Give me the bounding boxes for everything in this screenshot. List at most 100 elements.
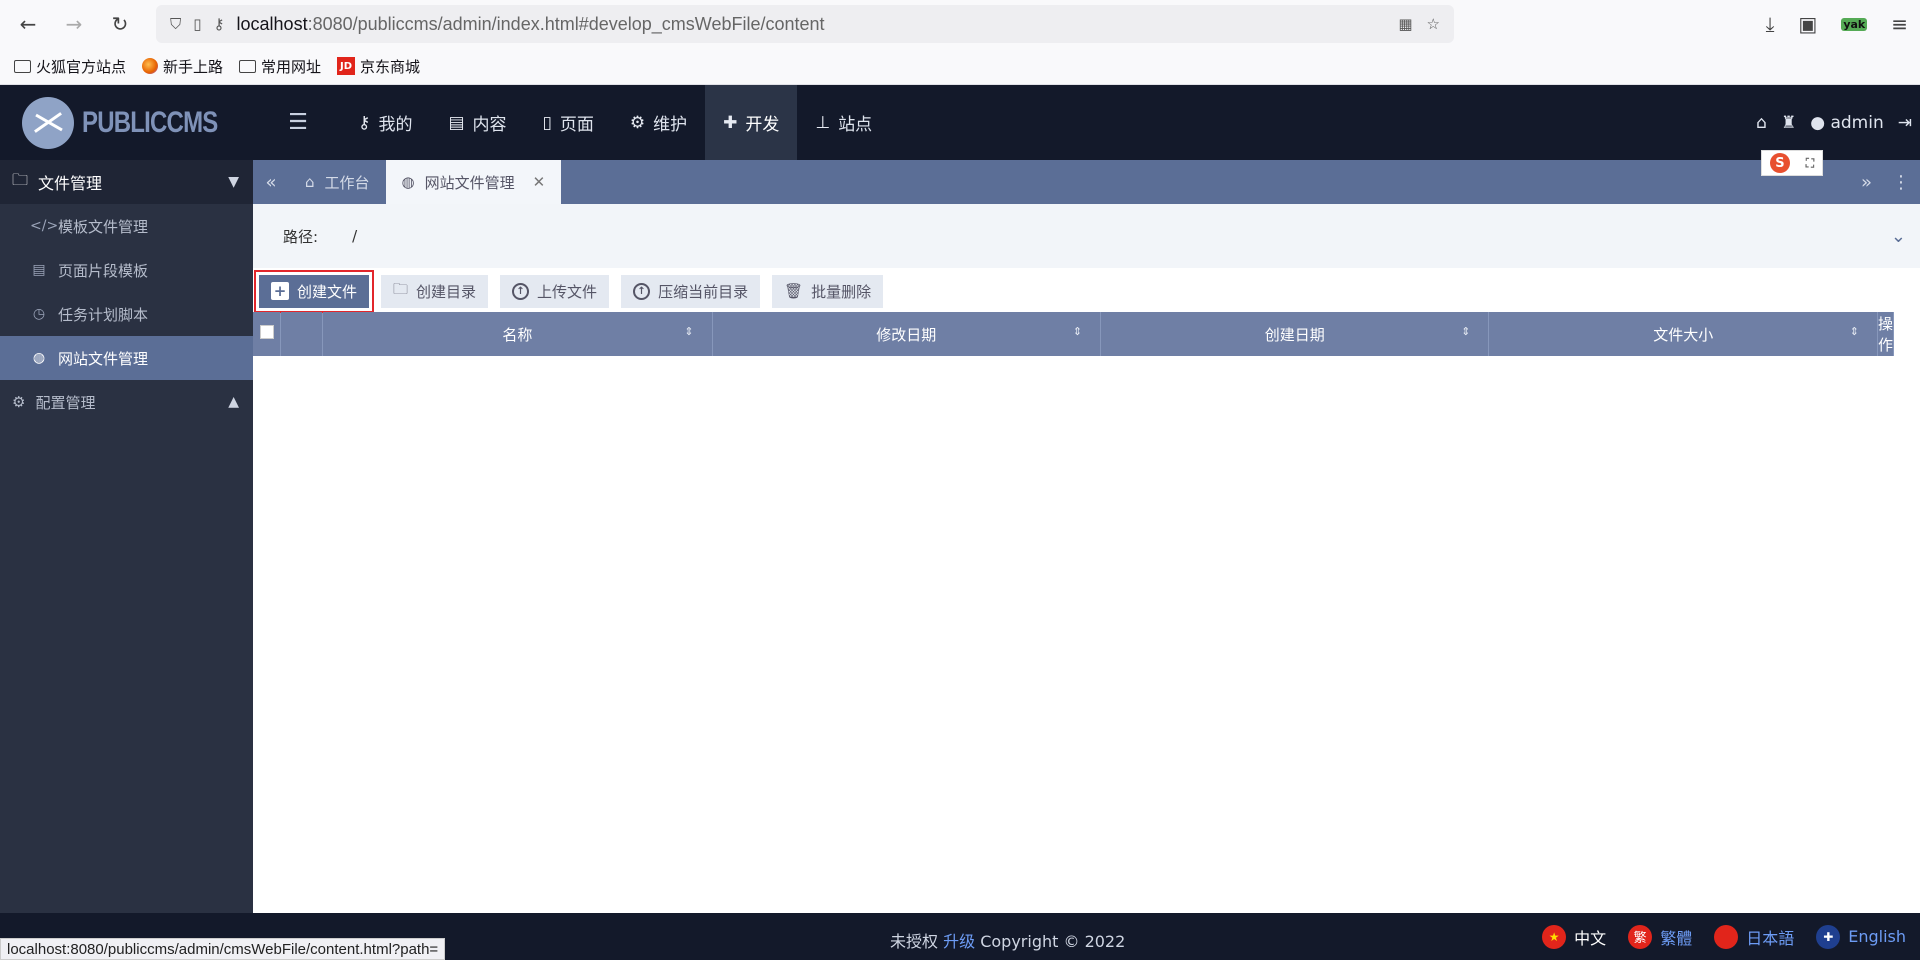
tabs-scroll-right-icon[interactable]: » — [1861, 172, 1872, 193]
more-vertical-icon[interactable]: ⋮ — [1892, 172, 1910, 193]
key-icon: ⚷ — [358, 112, 371, 133]
menu-icon[interactable]: ≡ — [1891, 12, 1908, 36]
qr-code-icon[interactable]: ▦ — [1398, 15, 1412, 33]
lang-ja[interactable]: 日本語 — [1714, 924, 1794, 949]
create-directory-button[interactable]: 🗀 创建目录 — [381, 274, 489, 308]
close-icon[interactable]: ✕ — [533, 173, 546, 191]
user-menu[interactable]: ● admin — [1810, 113, 1884, 133]
column-name[interactable]: 名称 ⇕ — [322, 312, 713, 356]
upgrade-link[interactable]: 升级 — [943, 932, 975, 951]
home-icon[interactable]: ⌂ — [1756, 113, 1767, 133]
gear-icon: ⚙ — [12, 393, 26, 411]
plus-square-icon: + — [271, 282, 289, 300]
forward-arrow-icon[interactable]: → — [58, 8, 90, 40]
trash-icon: 🗑 — [784, 282, 804, 300]
logout-icon[interactable]: ⇥ — [1898, 113, 1912, 133]
upload-file-button[interactable]: ↑ 上传文件 — [500, 274, 610, 308]
globe-icon: ◍ — [32, 350, 46, 366]
star-icon[interactable]: ☆ — [1427, 15, 1440, 33]
expand-down-icon[interactable]: ⌄ — [1891, 226, 1906, 247]
expand-icon: ⛶ — [1805, 155, 1815, 170]
lang-zh-tw[interactable]: 繁繁體 — [1628, 924, 1692, 949]
home-icon: ⌂ — [305, 173, 315, 191]
sogou-icon: S — [1769, 153, 1790, 173]
uk-flag-icon: ✚ — [1816, 924, 1841, 949]
column-modified-date[interactable]: 修改日期 ⇕ — [712, 312, 1102, 356]
url-host: localhost — [236, 13, 308, 34]
folder-icon: 🗀 — [393, 279, 409, 298]
firefox-icon — [142, 58, 159, 74]
sidebar-group-file-management[interactable]: 🗀 文件管理 ▼ — [0, 160, 253, 204]
arrow-up-circle-icon: ↑ — [512, 282, 530, 300]
bookmark-getting-started[interactable]: 新手上路 — [142, 56, 223, 77]
table-header-row: 名称 ⇕ 修改日期 ⇕ 创建日期 ⇕ 文件大小 ⇕ 操作 — [253, 312, 1895, 356]
broom-icon[interactable]: ♜ — [1781, 113, 1796, 133]
column-created-date[interactable]: 创建日期 ⇕ — [1100, 312, 1490, 356]
top-nav: ⚷ 我的 ▤ 内容 ▯ 页面 ⚙ 维护 ✚ 开发 ⊥ 站点 — [340, 85, 890, 160]
language-switcher: ★ 中文 繁繁體 日本語 ✚ English — [1542, 924, 1920, 949]
sidebar-item-task-scripts[interactable]: ◷ 任务计划脚本 — [0, 292, 253, 336]
file-text-icon: ▤ — [448, 112, 465, 133]
url-text[interactable]: localhost:8080/publiccms/admin/index.htm… — [237, 14, 1387, 35]
container-icon[interactable]: ▣ — [1798, 12, 1817, 36]
nav-maintain[interactable]: ⚙ 维护 — [612, 85, 705, 160]
globe-icon: ◍ — [401, 173, 415, 191]
sort-icon[interactable]: ⇕ — [1073, 325, 1082, 338]
reload-icon[interactable]: ↻ — [104, 8, 136, 40]
select-all-checkbox[interactable] — [253, 312, 282, 356]
file-table: 名称 ⇕ 修改日期 ⇕ 创建日期 ⇕ 文件大小 ⇕ 操作 — [253, 312, 1895, 356]
nav-mine[interactable]: ⚷ 我的 — [340, 85, 430, 160]
sort-icon[interactable]: ⇕ — [684, 325, 693, 338]
list-icon: ▤ — [32, 262, 46, 278]
tablet-icon: ▯ — [542, 112, 552, 133]
batch-delete-button[interactable]: 🗑 批量删除 — [772, 274, 884, 308]
nav-site[interactable]: ⊥ 站点 — [797, 85, 890, 160]
compress-directory-button[interactable]: ↑ 压缩当前目录 — [621, 274, 761, 308]
bookmark-jd[interactable]: JD 京东商城 — [337, 56, 420, 77]
tab-workbench[interactable]: ⌂ 工作台 — [289, 160, 386, 204]
folder-icon: 🗀 — [12, 169, 29, 189]
sitemap-icon: ⊥ — [815, 112, 831, 133]
folder-icon — [239, 59, 257, 73]
lang-en[interactable]: ✚ English — [1816, 924, 1906, 949]
nav-develop[interactable]: ✚ 开发 — [705, 85, 798, 160]
path-value: / — [352, 227, 358, 245]
tabs-bar: « ⌂ 工作台 ◍ 网站文件管理 ✕ » ⋮ — [253, 160, 1920, 204]
logo[interactable]: PUBLICCMS — [0, 85, 254, 160]
menu-toggle-icon[interactable]: ☰ — [268, 110, 328, 135]
bookmark-firefox-site[interactable]: 火狐官方站点 — [14, 56, 126, 77]
logo-icon — [22, 96, 74, 149]
sidebar-item-template-files[interactable]: </> 模板文件管理 — [0, 204, 253, 248]
back-arrow-icon[interactable]: ← — [12, 8, 44, 40]
url-bar[interactable]: ⛉ ▯ ⚷ localhost:8080/publiccms/admin/ind… — [156, 5, 1454, 43]
create-file-button[interactable]: + 创建文件 — [253, 269, 375, 313]
sidebar-item-page-fragments[interactable]: ▤ 页面片段模板 — [0, 248, 253, 292]
sort-icon[interactable]: ⇕ — [1461, 325, 1470, 338]
logo-text: PUBLICCMS — [82, 105, 218, 139]
sidebar-item-web-files[interactable]: ◍ 网站文件管理 — [0, 336, 253, 380]
folder-icon — [14, 59, 31, 73]
arrow-up-circle-icon: ↑ — [633, 282, 651, 300]
bookmark-common-sites[interactable]: 常用网址 — [239, 56, 321, 77]
url-path: :8080/publiccms/admin/index.html#develop… — [307, 13, 825, 34]
download-icon[interactable]: ⤓ — [1766, 12, 1775, 36]
lang-zh[interactable]: ★ 中文 — [1542, 924, 1606, 949]
column-file-size[interactable]: 文件大小 ⇕ — [1488, 312, 1878, 356]
key-icon: ⚷ — [213, 15, 225, 33]
sidebar-group-config[interactable]: ⚙ 配置管理 ▲ — [0, 380, 253, 424]
file-toolbar: + 创建文件 🗀 创建目录 ↑ 上传文件 ↑ 压缩当前目录 🗑 批量删除 — [253, 269, 1920, 313]
user-icon: ● — [1810, 112, 1826, 133]
path-panel: 路径: / ⌄ — [253, 204, 1920, 268]
nav-content[interactable]: ▤ 内容 — [430, 85, 524, 160]
footer-copyright: 未授权 升级 Copyright © 2022 — [890, 932, 1126, 951]
jd-icon: JD — [337, 57, 356, 75]
tab-web-files[interactable]: ◍ 网站文件管理 ✕ — [385, 160, 562, 204]
nav-page[interactable]: ▯ 页面 — [525, 85, 612, 160]
sort-icon[interactable]: ⇕ — [1850, 325, 1859, 338]
status-bar-url: localhost:8080/publiccms/admin/cmsWebFil… — [0, 938, 446, 960]
browser-toolbar: ← → ↻ ⛉ ▯ ⚷ localhost:8080/publiccms/adm… — [0, 0, 1920, 48]
shield-icon[interactable]: ⛉ — [170, 15, 181, 33]
ime-toolbar[interactable]: S ⛶ — [1761, 150, 1823, 176]
tabs-scroll-left-icon[interactable]: « — [253, 160, 289, 204]
yak-extension-icon[interactable]: yak — [1841, 17, 1868, 31]
